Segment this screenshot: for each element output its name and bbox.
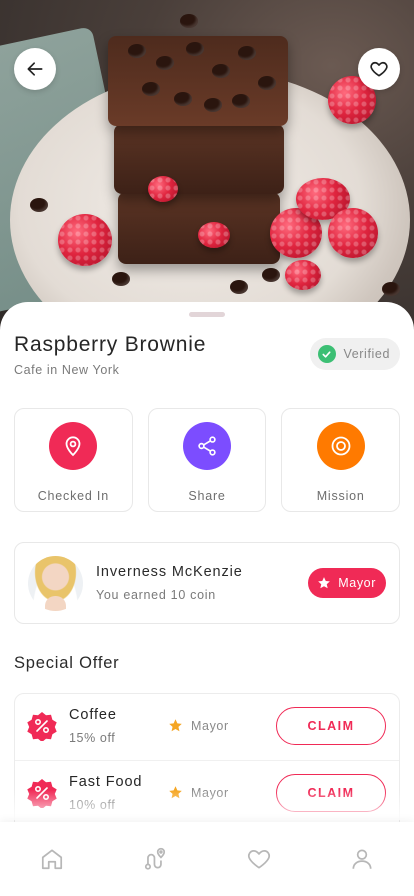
tab-favorites[interactable] xyxy=(207,822,311,896)
action-label: Share xyxy=(188,489,226,503)
arrow-left-icon xyxy=(27,62,43,76)
avatar xyxy=(28,556,83,611)
target-icon xyxy=(316,422,365,470)
raspberry xyxy=(148,176,178,202)
share-icon xyxy=(183,422,231,470)
chocolate-chip xyxy=(128,44,146,58)
chocolate-chip xyxy=(204,98,222,112)
chocolate-chip xyxy=(382,282,400,296)
mayor-name: Inverness McKenzie xyxy=(96,564,243,580)
chocolate-chip xyxy=(258,76,276,90)
mayor-badge-label: Mayor xyxy=(338,576,376,590)
offer-tag: Mayor xyxy=(168,718,229,733)
brownie-stack xyxy=(108,36,288,266)
offer-tag-label: Mayor xyxy=(191,785,229,800)
favorite-button[interactable] xyxy=(358,48,400,90)
raspberry xyxy=(328,208,378,258)
raspberry xyxy=(58,214,112,266)
share-button[interactable]: Share xyxy=(147,408,267,512)
action-row: Checked In Share Mission xyxy=(14,408,401,512)
back-button[interactable] xyxy=(14,48,56,90)
place-subtitle: Cafe in New York xyxy=(14,363,120,377)
location-pin-icon xyxy=(49,422,98,470)
claim-button[interactable]: CLAIM xyxy=(276,774,386,812)
profile-icon xyxy=(352,849,372,869)
offer-name: Coffee xyxy=(69,707,117,723)
heart-icon xyxy=(370,61,388,77)
tab-profile[interactable] xyxy=(311,822,414,896)
percent-badge-icon xyxy=(27,779,57,808)
details-sheet: Raspberry Brownie Cafe in New York Verif… xyxy=(0,302,414,896)
offer-item: Coffee 15% off Mayor CLAIM xyxy=(15,694,399,760)
chocolate-chip xyxy=(112,272,130,286)
heart-icon xyxy=(247,850,270,869)
chocolate-chip xyxy=(262,268,280,282)
home-icon xyxy=(41,849,62,870)
offer-item: Fast Food 10% off Mayor CLAIM xyxy=(15,760,399,826)
chocolate-chip xyxy=(230,280,248,294)
place-title: Raspberry Brownie xyxy=(14,333,207,356)
verified-badge: Verified xyxy=(309,338,400,370)
chocolate-chip xyxy=(238,46,256,60)
mission-button[interactable]: Mission xyxy=(281,408,401,512)
action-label: Mission xyxy=(316,489,365,503)
star-icon xyxy=(169,719,182,732)
route-icon xyxy=(145,847,166,870)
mayor-card[interactable]: Inverness McKenzie You earned 10 coin Ma… xyxy=(14,542,400,624)
check-circle-icon xyxy=(317,345,336,363)
chocolate-chip xyxy=(180,14,198,28)
brownie-layer xyxy=(114,124,284,194)
chocolate-chip xyxy=(174,92,192,106)
mayor-subtitle: You earned 10 coin xyxy=(96,588,216,602)
offer-discount: 15% off xyxy=(69,731,116,745)
chocolate-chip xyxy=(142,82,160,96)
offer-tag: Mayor xyxy=(168,785,229,800)
offer-name: Fast Food xyxy=(69,774,143,790)
drag-handle[interactable] xyxy=(189,312,225,317)
raspberry xyxy=(198,222,230,248)
offer-list: Coffee 15% off Mayor CLAIM Fast Food 10%… xyxy=(14,693,400,833)
chocolate-chip xyxy=(30,198,48,212)
bottom-tab-bar xyxy=(0,822,414,896)
chocolate-chip xyxy=(232,94,250,108)
hero-image xyxy=(0,0,414,330)
checked-in-button[interactable]: Checked In xyxy=(14,408,133,512)
section-title: Special Offer xyxy=(14,654,120,672)
chocolate-chip xyxy=(186,42,204,56)
star-icon xyxy=(169,786,182,799)
action-label: Checked In xyxy=(37,489,109,503)
verified-label: Verified xyxy=(343,347,390,361)
offer-discount: 10% off xyxy=(69,798,116,812)
offer-tag-label: Mayor xyxy=(191,718,229,733)
claim-button[interactable]: CLAIM xyxy=(276,707,386,745)
tab-home[interactable] xyxy=(0,822,104,896)
tab-routes[interactable] xyxy=(104,822,208,896)
star-icon xyxy=(318,577,331,589)
percent-badge-icon xyxy=(27,712,57,741)
chocolate-chip xyxy=(156,56,174,70)
mayor-badge: Mayor xyxy=(308,568,386,598)
raspberry xyxy=(285,260,321,290)
chocolate-chip xyxy=(212,64,230,78)
